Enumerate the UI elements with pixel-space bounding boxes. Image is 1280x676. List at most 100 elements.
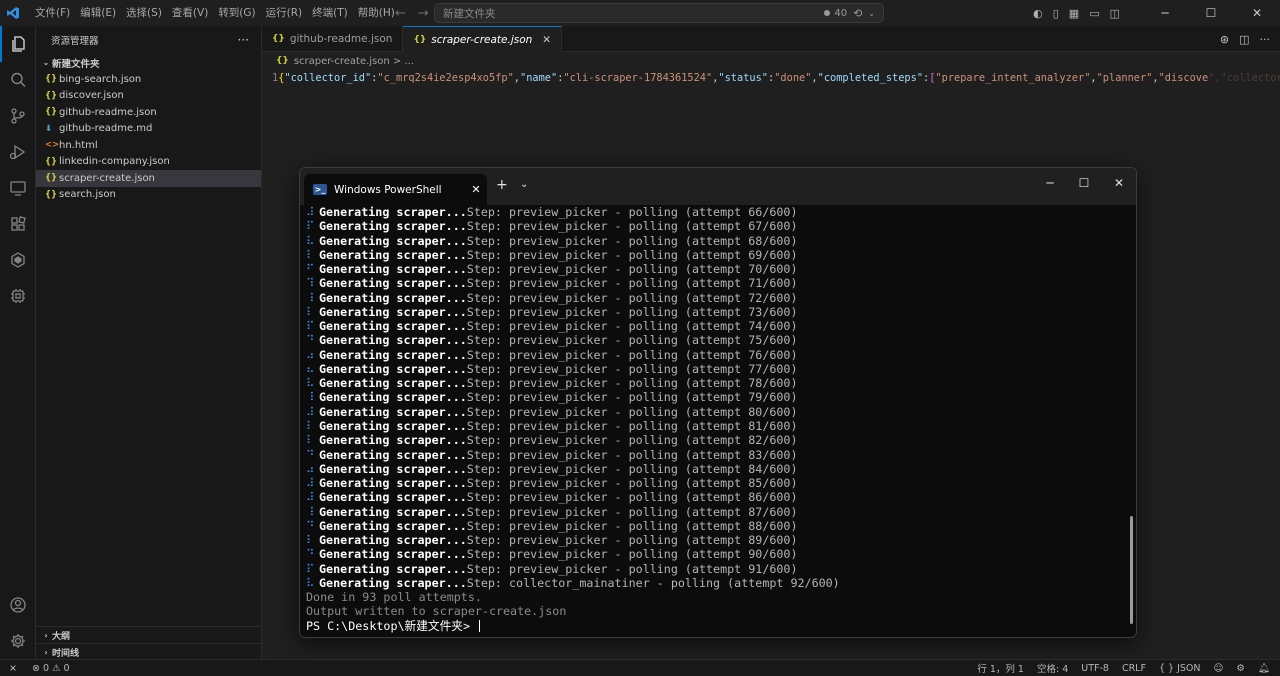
code-line-1[interactable]: 1 {"collector_id":"c_mrq2s4ie2esp4xo5fp"…: [262, 70, 1280, 86]
toggle-primary-sidebar-icon[interactable]: ▯: [1053, 7, 1059, 20]
containers-icon[interactable]: [0, 278, 36, 314]
file-item-discover[interactable]: {} discover.json: [36, 88, 261, 105]
line-ending[interactable]: CRLF: [1122, 663, 1146, 674]
progress-prefix: Generating scraper...: [319, 518, 467, 533]
menu-file[interactable]: 文件(F): [30, 0, 75, 26]
braces-icon: { }: [1158, 662, 1175, 674]
notifications-bell-icon[interactable]: 🔔︎: [1258, 663, 1270, 674]
toggle-secondary-sidebar-icon[interactable]: ◫: [1110, 7, 1120, 20]
file-item-scraper-create[interactable]: {} scraper-create.json: [36, 170, 261, 187]
copilot-status[interactable]: 40: [824, 8, 847, 19]
close-tab-icon[interactable]: ✕: [542, 34, 551, 46]
menu-selection[interactable]: 选择(S): [121, 0, 167, 26]
layout-controls: ◐ ▯ ▦ ▭ ◫: [1033, 7, 1120, 20]
spinner-icon: ⠼: [306, 404, 315, 419]
sync-icon[interactable]: ⟲: [853, 7, 862, 20]
tab-scraper-create-json[interactable]: {} scraper-create.json ✕: [403, 26, 563, 52]
file-item-hn-html[interactable]: <> hn.html: [36, 137, 261, 154]
language-mode[interactable]: { } JSON: [1159, 663, 1201, 674]
terminal-progress-line: ⠙ Generating scraper...Step: preview_pick…: [306, 333, 1126, 347]
spinner-icon: ⠏: [306, 219, 315, 234]
maximize-window-button[interactable]: ☐: [1188, 0, 1234, 26]
minimize-icon[interactable]: ─: [1040, 176, 1060, 190]
spinner-icon: ⠙: [306, 547, 315, 562]
spinner-icon: ⠧: [306, 233, 315, 248]
maximize-icon[interactable]: ☐: [1074, 176, 1094, 190]
file-item-github-readme-json[interactable]: {} github-readme.json: [36, 104, 261, 121]
outline-label: 大纲: [52, 631, 71, 642]
remote-explorer-icon[interactable]: [0, 170, 36, 206]
minimize-window-button[interactable]: ─: [1142, 0, 1188, 26]
run-debug-icon[interactable]: [0, 134, 36, 170]
cursor-position[interactable]: 行 1，列 1: [977, 661, 1024, 675]
file-item-github-readme-md[interactable]: ⬇ github-readme.md: [36, 121, 261, 138]
indentation[interactable]: 空格: 4: [1037, 661, 1068, 675]
file-item-search[interactable]: {} search.json: [36, 187, 261, 204]
json-file-icon: {}: [276, 56, 289, 66]
menu-view[interactable]: 查看(V): [167, 0, 213, 26]
chevron-down-icon[interactable]: ⌄: [520, 179, 528, 190]
source-control-icon[interactable]: [0, 98, 36, 134]
breadcrumb-path[interactable]: scraper-create.json > ...: [294, 56, 414, 67]
chevron-right-icon: ›: [44, 630, 48, 640]
menu-go[interactable]: 转到(G): [213, 0, 260, 26]
extension-status-icon[interactable]: ⚙: [1236, 663, 1245, 674]
prompt-line[interactable]: PS C:\Desktop\新建文件夹>: [306, 619, 1126, 633]
progress-prefix: Generating scraper...: [319, 547, 467, 562]
explorer-files-icon[interactable]: [0, 26, 36, 62]
command-center[interactable]: 新建文件夹 40 ⟲ ⌄: [434, 3, 884, 23]
status-bar: ⨯ ⊗ 0 ⚠ 0 行 1，列 1 空格: 4 UTF-8 CRLF { } J…: [0, 659, 1280, 676]
menu-help[interactable]: 帮助(H): [353, 0, 400, 26]
accounts-icon[interactable]: [0, 587, 36, 623]
menu-edit[interactable]: 编辑(E): [75, 0, 121, 26]
terminal-output[interactable]: ⠼ Generating scraper... Step: preview_pick…: [306, 205, 1126, 635]
spinner-icon: ⠴: [306, 347, 315, 362]
terminal-progress-line: ⠸ Generating scraper...Step: preview_pick…: [306, 291, 1126, 305]
terminal-progress-line: ⠇ Generating scraper...Step: preview_pick…: [306, 433, 1126, 447]
folder-root[interactable]: ⌄ 新建文件夹: [36, 54, 261, 71]
code-text: {"collector_id":"c_mrq2s4ie2esp4xo5fp","…: [278, 72, 1280, 84]
tab-github-readme-json[interactable]: {} github-readme.json: [262, 26, 404, 52]
file-item-bing-search[interactable]: {} bing-search.json: [36, 71, 261, 88]
search-icon[interactable]: [0, 62, 36, 98]
file-item-linkedin-company[interactable]: {} linkedin-company.json: [36, 154, 261, 171]
progress-prefix: Generating scraper...: [319, 205, 467, 219]
close-tab-icon[interactable]: ✕: [465, 183, 487, 196]
close-icon[interactable]: ✕: [1109, 176, 1129, 190]
more-actions-icon[interactable]: ···: [238, 33, 249, 47]
terminal-tab[interactable]: >_ Windows PowerShell ✕: [304, 174, 487, 205]
split-editor-icon[interactable]: ◫: [1239, 33, 1249, 46]
spinner-icon: ⠏: [306, 561, 315, 576]
copilot-chat-icon[interactable]: ⊛: [1220, 33, 1229, 46]
chevron-down-icon: ⌄: [42, 58, 50, 67]
remote-indicator-icon[interactable]: ⨯: [0, 660, 26, 676]
step-status: Step: preview_picker - polling (attempt …: [466, 233, 798, 248]
forward-arrow-icon[interactable]: →: [418, 6, 429, 21]
back-arrow-icon[interactable]: ←: [395, 6, 406, 21]
chevron-down-icon[interactable]: ⌄: [868, 9, 875, 18]
progress-prefix: Generating scraper...: [319, 476, 467, 491]
timeline-section[interactable]: › 时间线: [36, 643, 262, 660]
close-window-button[interactable]: ✕: [1234, 0, 1280, 26]
settings-gear-icon[interactable]: [0, 623, 36, 659]
breadcrumb: {} scraper-create.json > ...: [262, 52, 1280, 70]
spinner-icon: ⠏: [306, 319, 315, 334]
json-file-icon: {}: [45, 156, 58, 167]
outline-section[interactable]: › 大纲: [36, 626, 262, 643]
customize-layout-icon[interactable]: ▦: [1069, 7, 1079, 20]
more-actions-icon[interactable]: ···: [1260, 33, 1271, 46]
new-tab-plus-icon[interactable]: +: [496, 177, 508, 193]
editor-tabs: {} github-readme.json {} scraper-create.…: [262, 26, 1280, 52]
progress-prefix: Generating scraper...: [319, 276, 467, 291]
extensions-icon[interactable]: [0, 206, 36, 242]
menu-run[interactable]: 运行(R): [261, 0, 308, 26]
problems-indicator[interactable]: ⊗ 0 ⚠ 0: [32, 663, 70, 674]
encoding[interactable]: UTF-8: [1081, 663, 1109, 674]
accounts-circle-icon[interactable]: ◐: [1033, 7, 1043, 20]
terminal-scrollbar[interactable]: [1130, 516, 1133, 624]
toggle-panel-icon[interactable]: ▭: [1089, 7, 1099, 20]
copilot-icon[interactable]: ☺: [1214, 663, 1224, 674]
testing-flask-icon[interactable]: [0, 242, 36, 278]
spinner-icon: ⠹: [306, 276, 315, 291]
menu-terminal[interactable]: 终端(T): [307, 0, 353, 26]
